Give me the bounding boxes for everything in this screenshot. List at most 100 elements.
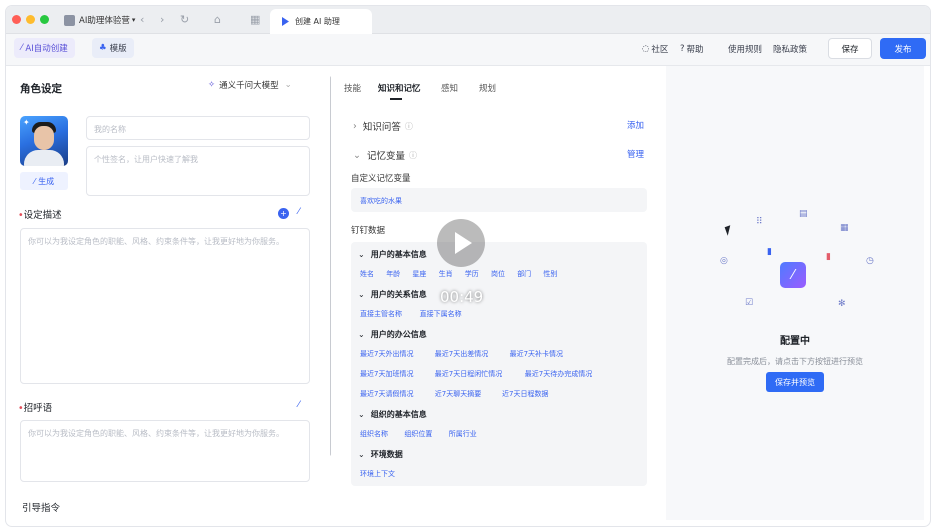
dingtalk-data-tag: 姓名: [360, 270, 374, 278]
file-icon: ▮: [767, 247, 772, 257]
dingtalk-data-tag: 最近7天出差情况: [434, 350, 489, 358]
save-preview-button[interactable]: 保存并预览: [766, 372, 824, 392]
dingtalk-data-tag: 直接下属名称: [419, 310, 462, 318]
dingtalk-data-tag: 最近7天日程闲忙情况: [434, 370, 503, 378]
grid-icon[interactable]: ▦: [250, 12, 260, 28]
dingtalk-data-tag: 最近7天加班情况: [360, 370, 414, 378]
dingtalk-data-tag: 最近7天待办完成情况: [524, 370, 593, 378]
checkbox-icon: ☑: [745, 298, 754, 308]
add-knowledge-link[interactable]: 添加: [627, 119, 644, 131]
dingtalk-data-tag: 学历: [464, 270, 479, 278]
ai-assistant-icon: ⁄: [780, 262, 806, 288]
dingtalk-data-tag: 最近7天补卡情况: [509, 350, 564, 358]
dingtalk-group-header[interactable]: ⌄ 用户的基本信息: [358, 249, 427, 260]
video-play-button[interactable]: [437, 219, 485, 267]
dingtalk-data-tag: 最近7天外出情况: [360, 350, 414, 358]
dingtalk-data-tag: 最近7天请假情况: [360, 390, 414, 398]
manage-memory-link[interactable]: 管理: [627, 148, 644, 160]
tab-ai-experience[interactable]: AI助理体验营 ▾: [58, 11, 141, 29]
greeting-textarea[interactable]: 你可以为我设定角色的职能、风格、约束条件等，让我更好地为你服务。: [20, 420, 310, 482]
dingtalk-group-header[interactable]: ⌄ 用户的办公信息: [358, 329, 427, 340]
greeting-label: •招呼语: [18, 403, 53, 414]
knowledge-qa-section[interactable]: › 知识问答 ⓘ: [353, 119, 413, 134]
model-selector[interactable]: ✧ 通义千问大模型 ⌄: [208, 79, 292, 91]
generate-avatar-button[interactable]: ⁄ 生成: [20, 172, 68, 190]
maximize-window-icon[interactable]: [40, 15, 49, 24]
table-icon: ▦: [840, 223, 849, 233]
dingtalk-data-tag: 年龄: [386, 270, 401, 278]
magic-wand-icon[interactable]: ⁄: [298, 207, 300, 217]
chevron-right-icon: ›: [353, 120, 357, 132]
chat-icon: ◌: [642, 44, 650, 54]
custom-var-tag: 喜欢吃的水果: [360, 197, 402, 205]
ai-auto-create-button[interactable]: ⁄ AI自动创建: [14, 38, 75, 58]
info-icon: ⓘ: [404, 121, 413, 131]
custom-vars-label: 自定义记忆变量: [351, 174, 411, 184]
chevron-down-icon: ⌄: [358, 450, 365, 459]
info-icon: ⓘ: [408, 150, 417, 160]
magic-wand-icon[interactable]: ⁄: [298, 400, 300, 410]
name-input[interactable]: 我的名称: [86, 116, 310, 140]
memory-vars-section[interactable]: ⌄ 记忆变量 ⓘ: [353, 148, 417, 163]
editor-toolbar: ⁄ AI自动创建 ♣ 模版 ◌ 社区 ? 帮助 使用规则 隐私政策 保存 发布: [6, 34, 930, 66]
home-icon[interactable]: ⌂: [214, 12, 221, 28]
dingtalk-data-tag: 近7天聊天摘要: [434, 390, 482, 398]
chevron-down-icon: ⌄: [284, 80, 292, 90]
config-hint: 配置完成后，请点击下方按钮进行预览: [727, 357, 863, 366]
tab-knowledge-memory[interactable]: 知识和记忆: [378, 82, 421, 94]
dingtalk-data-tag: 组织位置: [404, 430, 433, 438]
publish-button[interactable]: 发布: [880, 38, 926, 59]
role-settings-panel: 角色设定 ✧ 通义千问大模型 ⌄ ✦ ⁄ 生成 我的名称 个性签名，让用户快速了…: [8, 66, 334, 520]
chevron-down-icon: ⌄: [358, 250, 365, 259]
panel-title: 角色设定: [20, 83, 62, 95]
dingtalk-data-tag: 部门: [517, 270, 532, 278]
help-link[interactable]: ? 帮助: [680, 43, 704, 55]
dingtalk-data-tag: 性别: [543, 270, 558, 278]
rules-link[interactable]: 使用规则: [728, 43, 762, 55]
dingtalk-data-tag: 近7天日程数据: [502, 390, 549, 398]
community-link[interactable]: ◌ 社区: [642, 43, 668, 55]
refresh-icon[interactable]: ↻: [180, 12, 189, 28]
privacy-link[interactable]: 隐私政策: [773, 43, 807, 55]
document-icon: ▤: [799, 209, 808, 219]
tab-skills[interactable]: 技能: [344, 82, 361, 94]
close-window-icon[interactable]: [12, 15, 21, 24]
signature-input[interactable]: 个性签名，让用户快速了解我: [86, 146, 310, 196]
compass-icon: ◎: [720, 256, 728, 266]
avatar[interactable]: ✦: [20, 116, 68, 166]
dingtalk-data-tag: 星座: [412, 270, 427, 278]
qwen-logo-icon: ✧: [208, 80, 216, 90]
dingtalk-group-header[interactable]: ⌄ 环境数据: [358, 449, 403, 460]
template-button[interactable]: ♣ 模版: [92, 38, 134, 58]
app-icon: [64, 14, 75, 26]
active-tab-indicator: [390, 98, 402, 100]
save-button[interactable]: 保存: [828, 38, 872, 59]
dingtalk-group-header[interactable]: ⌄ 组织的基本信息: [358, 409, 427, 420]
grid-icon: ⠿: [756, 217, 763, 227]
dingtalk-icon: [282, 17, 289, 26]
browser-titlebar: AI助理体验营 ▾ ‹ › ↻ ⌂ ▦ 创建 AI 助理: [6, 6, 930, 34]
dingtalk-data-tag: 组织名称: [360, 430, 388, 438]
desc-label: •设定描述: [18, 210, 62, 221]
preview-panel: ⠿ ▤ ▦ ◎ ▮ ▮ ◷ ☑ ✻ ⁄ 配置中 配置完成后，请点击下方按钮进行预…: [666, 66, 924, 520]
skills-panel: 技能 知识和记忆 感知 规划 › 知识问答 ⓘ 添加 ⌄ 记忆变量 ⓘ 管理 自…: [331, 66, 663, 520]
magic-wand-icon: ⁄: [21, 43, 23, 53]
config-status-title: 配置中: [780, 336, 810, 347]
role-description-textarea[interactable]: 你可以为我设定角色的职能、风格、约束条件等，让我更好地为你服务。: [20, 228, 310, 384]
chevron-down-icon: ⌄: [353, 149, 361, 161]
back-icon[interactable]: ‹: [140, 12, 144, 28]
help-icon: ?: [680, 44, 685, 54]
forward-icon[interactable]: ›: [160, 12, 164, 28]
add-icon[interactable]: +: [278, 208, 289, 219]
clock-icon: ◷: [866, 256, 874, 266]
dingtalk-data-label: 钉钉数据: [351, 226, 386, 236]
tab-perception[interactable]: 感知: [441, 82, 458, 94]
chevron-down-icon: ⌄: [358, 290, 365, 299]
tab-planning[interactable]: 规划: [479, 82, 496, 94]
template-icon: ♣: [99, 43, 107, 53]
dingtalk-data-tag: 环境上下文: [360, 470, 395, 478]
dingtalk-data-tag: 岗位: [491, 270, 505, 278]
dingtalk-group-header[interactable]: ⌄ 用户的关系信息: [358, 289, 427, 300]
minimize-window-icon[interactable]: [26, 15, 35, 24]
tab-create-ai-assistant[interactable]: 创建 AI 助理: [270, 9, 372, 34]
